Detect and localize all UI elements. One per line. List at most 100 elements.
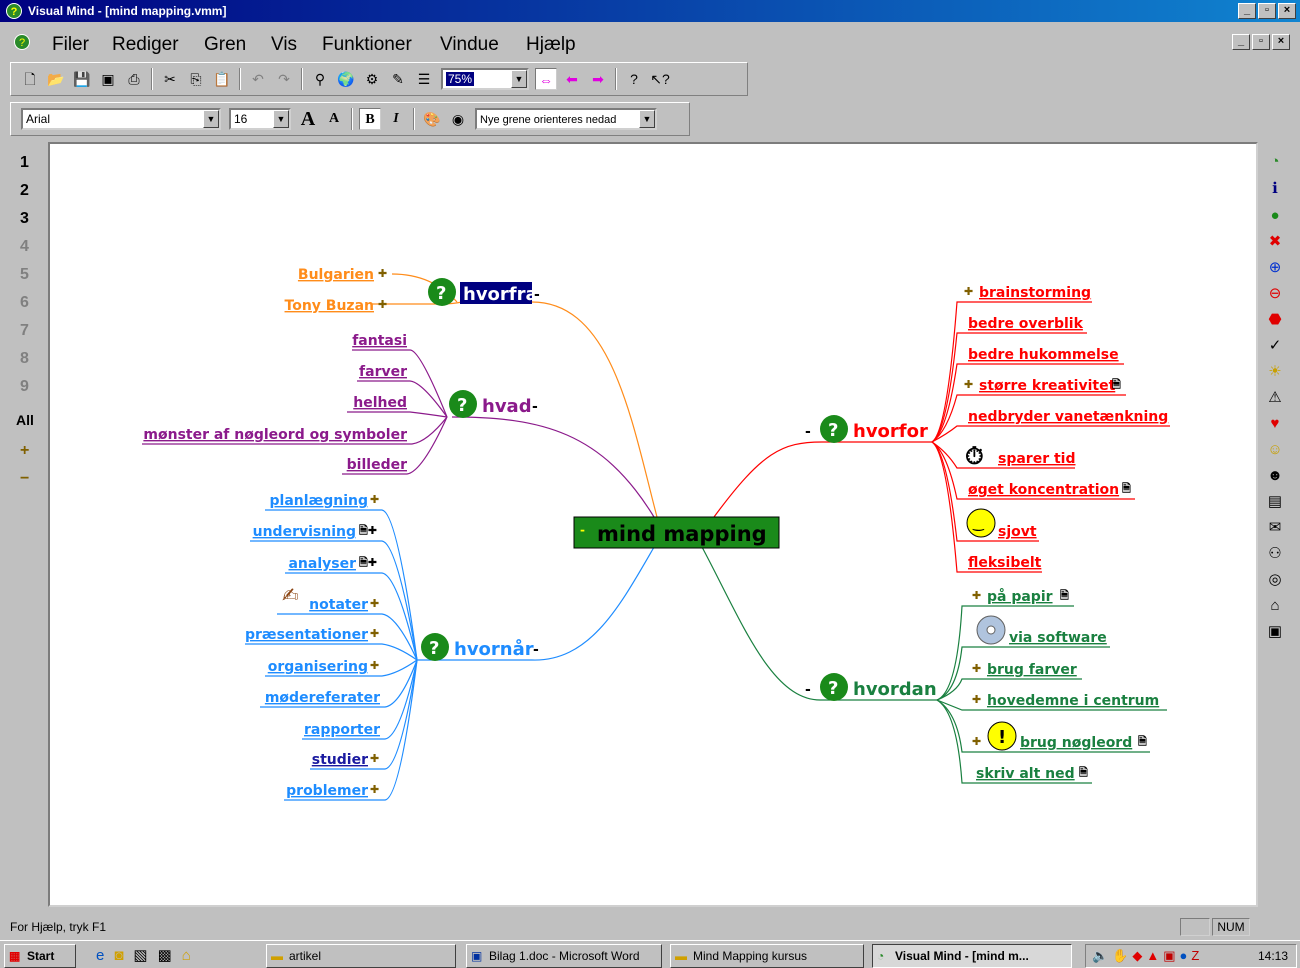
menu-vis[interactable]: Vis xyxy=(271,34,297,56)
undo-icon[interactable]: ↶ xyxy=(247,68,269,90)
level-5-button[interactable]: 5 xyxy=(20,266,29,284)
minus-circle-icon[interactable]: ⊖ xyxy=(1265,284,1285,304)
plus-marker[interactable]: ✚ xyxy=(972,662,981,675)
node-brug-farver[interactable]: brug farver xyxy=(987,662,1077,678)
menu-rediger[interactable]: Rediger xyxy=(112,34,179,56)
central-topic[interactable]: mind mapping xyxy=(597,522,767,546)
mdi-restore-button[interactable]: ▫ xyxy=(1252,34,1270,50)
speaker-icon[interactable]: 🔈 xyxy=(1092,948,1112,963)
start-button[interactable]: ▦ Start xyxy=(4,944,76,968)
smiley-icon[interactable]: ☺ xyxy=(1265,440,1285,460)
node-problemer[interactable]: problemer xyxy=(286,783,368,799)
font-select[interactable]: Arial ▼ xyxy=(21,108,221,130)
warning-icon[interactable]: ⚠ xyxy=(1265,388,1285,408)
node-bedre-hukommelse[interactable]: bedre hukommelse xyxy=(968,347,1119,363)
plus-marker[interactable]: ✚ xyxy=(964,285,973,298)
plus-marker[interactable]: ✚ xyxy=(972,693,981,706)
properties-icon[interactable]: ⚙ xyxy=(361,68,383,90)
node-tony-buzan[interactable]: Tony Buzan xyxy=(285,298,374,314)
pencil-icon[interactable]: ✎ xyxy=(387,68,409,90)
redo-icon[interactable]: ↷ xyxy=(273,68,295,90)
people-icon[interactable]: ⚇ xyxy=(1265,544,1285,564)
save-icon[interactable]: ▣ xyxy=(1265,622,1285,642)
close-button[interactable]: × xyxy=(1278,3,1296,19)
zoom-select[interactable]: 75% ▼ xyxy=(441,68,529,90)
app-logo-icon[interactable]: ◔ xyxy=(1265,152,1285,172)
node-nedbryder[interactable]: nedbryder vanetænkning xyxy=(968,409,1168,425)
note-icon[interactable]: 🗎 xyxy=(1122,482,1131,495)
note-icon[interactable]: 🗎✚ xyxy=(359,524,377,537)
level-2-button[interactable]: 2 xyxy=(20,182,29,200)
font-size-select[interactable]: 16 ▼ xyxy=(229,108,291,130)
menu-funktioner[interactable]: Funktioner xyxy=(322,34,412,56)
node-helhed[interactable]: helhed xyxy=(353,395,407,411)
stop-icon[interactable]: ⬣ xyxy=(1265,310,1285,330)
branch-hvornaar[interactable]: hvornår xyxy=(454,638,534,660)
menu-vindue[interactable]: Vindue xyxy=(440,34,499,56)
plus-marker[interactable]: ✚ xyxy=(370,659,379,672)
context-help-icon[interactable]: ↖? xyxy=(649,68,671,90)
plus-marker[interactable]: ✚ xyxy=(370,627,379,640)
node-stoerre-kreativitet[interactable]: større kreativitet xyxy=(979,378,1116,394)
branch-hvorfra[interactable]: hvorfra xyxy=(463,284,538,305)
ie-icon[interactable]: e xyxy=(96,947,114,964)
node-studier[interactable]: studier xyxy=(312,752,368,768)
level-8-button[interactable]: 8 xyxy=(20,350,29,368)
plus-marker[interactable]: ✚ xyxy=(370,783,379,796)
show-desktop-icon[interactable]: ▧ xyxy=(133,947,157,964)
cut-icon[interactable]: ✂ xyxy=(159,68,181,90)
palette-icon[interactable]: 🎨 xyxy=(421,108,443,130)
node-fleksibelt[interactable]: fleksibelt xyxy=(968,555,1042,571)
level-6-button[interactable]: 6 xyxy=(20,294,29,312)
level-all-button[interactable]: All xyxy=(16,412,34,428)
node-analyser[interactable]: analyser xyxy=(288,556,356,572)
arrow-right-icon[interactable]: ➡ xyxy=(587,68,609,90)
node-oeget-koncentration[interactable]: øget koncentration xyxy=(968,482,1119,498)
plus-circle-icon[interactable]: ⊕ xyxy=(1265,258,1285,278)
task-word[interactable]: ▣ Bilag 1.doc - Microsoft Word xyxy=(466,944,662,968)
branch-hvorfor[interactable]: hvorfor xyxy=(853,421,928,442)
chevron-down-icon[interactable]: ▼ xyxy=(639,110,655,128)
channel-icon[interactable]: ▩ xyxy=(158,947,182,964)
heart-icon[interactable]: ♥ xyxy=(1265,414,1285,434)
menu-gren[interactable]: Gren xyxy=(204,34,246,56)
node-rapporter[interactable]: rapporter xyxy=(304,722,380,738)
app-icon[interactable]: ? xyxy=(6,3,22,19)
node-bulgarien[interactable]: Bulgarien xyxy=(298,267,374,283)
level-3-button[interactable]: 3 xyxy=(20,210,29,228)
minimize-button[interactable]: _ xyxy=(1238,3,1256,19)
mdi-minimize-button[interactable]: _ xyxy=(1232,34,1250,50)
plus-marker[interactable]: ✚ xyxy=(378,267,387,280)
tray-icons[interactable]: 🔈✋◆▲▣●Z xyxy=(1092,945,1203,967)
node-organisering[interactable]: organisering xyxy=(268,659,368,675)
level-7-button[interactable]: 7 xyxy=(20,322,29,340)
collapse-marker[interactable]: - xyxy=(805,424,811,440)
shrink-font-icon[interactable]: A xyxy=(323,108,345,130)
settings-icon[interactable]: ☰ xyxy=(413,68,435,90)
zonealarm-icon[interactable]: Z xyxy=(1191,948,1203,963)
lightbulb-icon[interactable]: ☀ xyxy=(1265,362,1285,382)
mdi-close-button[interactable]: × xyxy=(1272,34,1290,50)
node-skriv-alt-ned[interactable]: skriv alt ned xyxy=(976,766,1075,782)
grow-font-icon[interactable]: A xyxy=(297,108,319,130)
info-icon[interactable]: ℹ xyxy=(1265,179,1285,199)
find-binoculars-icon[interactable]: ⚲ xyxy=(309,68,331,90)
new-file-icon[interactable]: 🗋 xyxy=(19,68,41,90)
plus-marker[interactable]: ✚ xyxy=(964,378,973,391)
branch-hvad[interactable]: hvad xyxy=(482,396,532,417)
node-undervisning[interactable]: undervisning xyxy=(253,524,356,540)
collapse-marker[interactable]: - xyxy=(805,682,811,698)
collapse-marker[interactable]: - xyxy=(580,523,585,537)
level-4-button[interactable]: 4 xyxy=(20,238,29,256)
collapse-button[interactable]: − xyxy=(20,470,29,488)
note-icon[interactable]: 🗎 xyxy=(1112,378,1121,391)
node-sparer-tid[interactable]: sparer tid xyxy=(998,451,1076,467)
house-icon[interactable]: ⌂ xyxy=(1265,596,1285,616)
node-notater[interactable]: notater xyxy=(309,597,368,613)
maximize-button[interactable]: ▫ xyxy=(1258,3,1276,19)
level-1-button[interactable]: 1 xyxy=(20,154,29,172)
globe-icon[interactable]: ● xyxy=(1180,948,1192,963)
checkmark-icon[interactable]: ✓ xyxy=(1265,336,1285,356)
plus-marker[interactable]: ✚ xyxy=(370,493,379,506)
node-moedereferater[interactable]: mødereferater xyxy=(265,690,380,706)
